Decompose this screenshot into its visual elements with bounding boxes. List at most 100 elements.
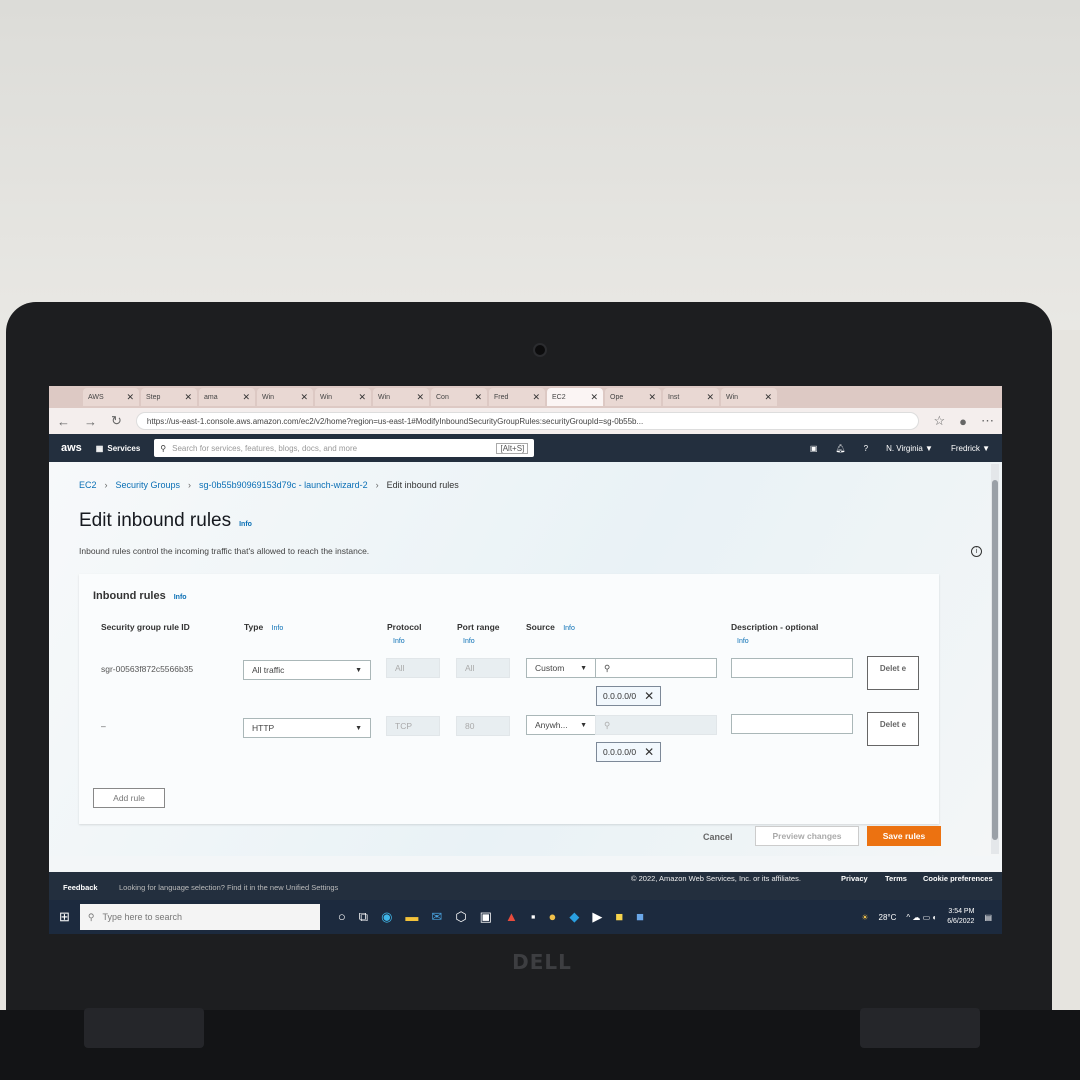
browser-tab[interactable]: Ope ✕ [605, 388, 661, 406]
laptop-hinge [860, 1008, 980, 1048]
edge-icon[interactable]: ◉ [381, 909, 392, 925]
browser-tab[interactable]: Fred ✕ [489, 388, 545, 406]
aws-search-input[interactable]: ⚲ Search for services, features, blogs, … [154, 439, 535, 457]
remove-token-icon[interactable]: ✕ [644, 745, 654, 759]
port-info-link[interactable]: Info [463, 638, 500, 645]
cortana-icon[interactable]: ○ [338, 909, 346, 925]
privacy-link[interactable]: Privacy [841, 874, 868, 883]
refresh-icon[interactable]: ↻ [111, 413, 122, 429]
browser-tab[interactable]: Win ✕ [257, 388, 313, 406]
back-icon[interactable]: ← [57, 414, 70, 429]
close-icon[interactable]: ✕ [358, 392, 366, 403]
forward-icon[interactable]: → [84, 414, 97, 429]
close-icon[interactable]: ✕ [416, 392, 424, 403]
description-input[interactable] [731, 658, 853, 678]
browser-tab[interactable]: AWS ✕ [83, 388, 139, 406]
taskbar-search-input[interactable]: ⚲ Type here to search [79, 904, 320, 930]
laptop-hinge [84, 1008, 204, 1048]
chrome-icon[interactable]: ● [548, 909, 556, 925]
feedback-link[interactable]: Feedback [63, 883, 98, 892]
panel-info-link[interactable]: Info [174, 594, 187, 601]
weather-icon[interactable]: ☀ [861, 913, 868, 922]
protocol-info-link[interactable]: Info [393, 638, 421, 645]
app-icon[interactable]: ▪ [531, 909, 536, 925]
cidr-search-input[interactable]: ⚲ [595, 715, 717, 735]
url-field[interactable]: https://us-east-1.console.aws.amazon.com… [135, 412, 920, 430]
browser-tab[interactable]: Win ✕ [315, 388, 371, 406]
close-icon[interactable]: ✕ [532, 392, 540, 403]
terminal-icon[interactable]: ▶ [592, 909, 602, 925]
wall-background [0, 0, 1080, 330]
cloudshell-icon[interactable]: ▣ [810, 444, 818, 453]
close-icon[interactable]: ✕ [706, 392, 714, 403]
mail-icon[interactable]: ✉ [431, 909, 442, 925]
source-select[interactable]: Custom ▼ [526, 658, 596, 678]
cancel-button[interactable]: Cancel [703, 832, 733, 842]
close-icon[interactable]: ✕ [300, 392, 308, 403]
add-rule-button[interactable]: Add rule [93, 788, 165, 808]
page-info-link[interactable]: Info [239, 521, 252, 528]
delete-rule-button[interactable]: Delet e [867, 656, 919, 690]
app-icon[interactable]: ▲ [505, 909, 518, 925]
breadcrumb-security-group[interactable]: sg-0b55b90969153d79c - launch-wizard-2 [199, 480, 368, 490]
virtualbox-icon[interactable]: ⬡ [455, 909, 466, 925]
save-rules-button[interactable]: Save rules [867, 826, 941, 846]
close-icon[interactable]: ✕ [242, 392, 250, 403]
notifications-icon[interactable]: ▤ [984, 913, 992, 922]
browser-tab[interactable]: ama ✕ [199, 388, 255, 406]
browser-tab[interactable]: Win ✕ [721, 388, 777, 406]
type-select[interactable]: All traffic ▼ [243, 660, 371, 680]
more-icon[interactable]: ⋯ [981, 413, 994, 429]
browser-tab[interactable]: Inst ✕ [663, 388, 719, 406]
page-description: Inbound rules control the incoming traff… [79, 546, 370, 556]
type-select[interactable]: HTTP ▼ [243, 718, 371, 738]
close-icon[interactable]: ✕ [648, 392, 656, 403]
browser-tab[interactable]: Con ✕ [431, 388, 487, 406]
close-icon[interactable]: ✕ [764, 392, 772, 403]
browser-tab-active[interactable]: EC2 ✕ [547, 388, 603, 406]
type-info-link[interactable]: Info [272, 625, 284, 632]
breadcrumb-ec2[interactable]: EC2 [79, 480, 97, 490]
bell-icon[interactable]: 🔔︎ [835, 444, 845, 453]
tray-icons[interactable]: ^ ☁ ▭ ◐ [906, 913, 937, 922]
terms-link[interactable]: Terms [885, 874, 907, 883]
sticky-notes-icon[interactable]: ■ [615, 909, 623, 925]
browser-tab[interactable]: Step ✕ [141, 388, 197, 406]
cidr-search-input[interactable]: ⚲ [595, 658, 717, 678]
close-icon[interactable]: ✕ [126, 392, 134, 403]
delete-rule-button[interactable]: Delet e [867, 712, 919, 746]
browser-tab[interactable]: Win ✕ [373, 388, 429, 406]
description-input[interactable] [731, 714, 853, 734]
close-icon[interactable]: ✕ [184, 392, 192, 403]
favorites-icon[interactable]: ☆ [933, 413, 945, 429]
search-icon: ⚲ [604, 662, 611, 673]
remove-token-icon[interactable]: ✕ [644, 689, 654, 703]
vscode-icon[interactable]: ◆ [569, 909, 579, 925]
close-icon[interactable]: ✕ [474, 392, 482, 403]
scrollbar-thumb[interactable] [992, 480, 998, 840]
windows-start-icon[interactable]: ⊞ [59, 909, 70, 925]
region-selector[interactable]: N. Virginia ▼ [886, 444, 933, 453]
app-icon[interactable]: ■ [636, 909, 644, 925]
aws-logo[interactable]: aws [61, 442, 82, 454]
column-port-range-label: Port range [457, 622, 500, 632]
close-icon[interactable]: ✕ [590, 392, 598, 403]
taskbar-apps: ○ ⧉ ◉ ▬ ✉ ⬡ ▣ ▲ ▪ ● ◆ ▶ ■ ■ [338, 909, 644, 925]
file-explorer-icon[interactable]: ▬ [405, 909, 418, 925]
help-icon[interactable]: ? [864, 444, 868, 453]
services-menu[interactable]: ▦ Services [96, 444, 140, 453]
language-notice[interactable]: Looking for language selection? Find it … [119, 883, 338, 892]
store-icon[interactable]: ▣ [480, 909, 492, 925]
source-info-link[interactable]: Info [563, 625, 575, 632]
description-info-link[interactable]: Info [737, 638, 818, 645]
cookie-preferences-link[interactable]: Cookie preferences [923, 874, 993, 883]
task-view-icon[interactable]: ⧉ [359, 909, 368, 925]
user-menu[interactable]: Fredrick ▼ [951, 444, 990, 453]
clock[interactable]: 3:54 PM 6/6/2022 [947, 907, 974, 927]
page-scrollbar[interactable] [991, 464, 999, 854]
breadcrumb-security-groups[interactable]: Security Groups [116, 480, 181, 490]
preview-changes-button[interactable]: Preview changes [755, 826, 859, 846]
info-icon[interactable]: i [971, 546, 982, 557]
profile-icon[interactable]: ● [959, 414, 967, 429]
source-select[interactable]: Anywh... ▼ [526, 715, 596, 735]
